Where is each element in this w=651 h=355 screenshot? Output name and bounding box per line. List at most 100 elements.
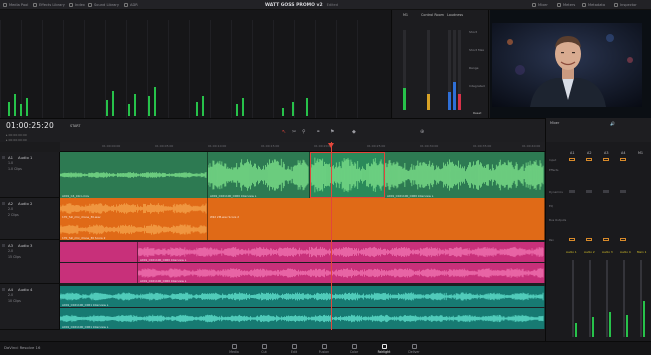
- pan-knob-a4[interactable]: [620, 238, 626, 241]
- audio-clip[interactable]: A001_C021100_C060 Interview L: [208, 152, 310, 198]
- meter-column: [210, 20, 231, 118]
- dynamics-button-a4[interactable]: [620, 190, 626, 193]
- loudness-label: Loudness: [447, 13, 463, 17]
- zoom-icon[interactable]: ⊕: [420, 129, 424, 135]
- fader-track-a1[interactable]: [572, 260, 574, 337]
- tab-metadata[interactable]: Metadata: [582, 0, 605, 10]
- fader-track-a3[interactable]: [606, 260, 608, 337]
- start-menu[interactable]: START: [70, 124, 80, 128]
- track-id: A3: [8, 243, 14, 248]
- pointer-tool-icon[interactable]: ↖: [282, 129, 286, 135]
- audio-clip[interactable]: Wild 2M.wav Score 2: [208, 198, 545, 219]
- dynamics-button-a2[interactable]: [586, 190, 592, 193]
- ruler-tick: 01:00:40:00: [522, 144, 541, 148]
- reset-button[interactable]: Reset: [473, 111, 481, 115]
- pan-knob-a1[interactable]: [569, 238, 575, 241]
- playhead-handle[interactable]: [328, 143, 334, 148]
- tab-index[interactable]: Index: [69, 0, 85, 10]
- volume-icon[interactable]: 🔊: [610, 121, 615, 126]
- effects-icon: [33, 3, 37, 7]
- meter-column: [63, 20, 84, 118]
- snap-icon[interactable]: ⚲: [302, 129, 306, 135]
- waveform-path: [60, 203, 207, 214]
- tab-mixer[interactable]: Mixer: [532, 0, 548, 10]
- nav-deliver[interactable]: Deliver: [401, 343, 427, 355]
- audio-clip[interactable]: [208, 219, 545, 240]
- waveform-path: [60, 292, 544, 301]
- audio-clip-selected[interactable]: [310, 152, 385, 198]
- track-header-a2[interactable]: A2 Audio 2 2.0 2 Clips: [0, 198, 60, 240]
- video-viewer[interactable]: [490, 10, 651, 118]
- meter-column: [357, 20, 378, 118]
- meter-column: [189, 20, 210, 118]
- range-tool-icon[interactable]: ✂: [292, 129, 296, 135]
- timeline-ruler[interactable]: 01:00:00:00 01:00:05:00 01:00:10:00 01:0…: [60, 142, 545, 152]
- track-header-a1[interactable]: A1 Audio 1 1.0 1.0 Clips: [0, 152, 60, 198]
- audio-clip[interactable]: A001_C021100_C060 Interview L: [138, 242, 545, 262]
- ruler-tick: 01:00:35:00: [473, 144, 492, 148]
- waveform: [60, 314, 544, 323]
- inspector-icon: [614, 3, 618, 7]
- nav-color[interactable]: Color: [341, 343, 367, 355]
- track-header-a3[interactable]: A3 Audio 3 2.0 15 Clips: [0, 240, 60, 284]
- audio-clip[interactable]: A001_C021100_C060 Interview L: [138, 263, 545, 283]
- mixer-channel-m1: M1: [638, 151, 644, 155]
- meter-level: [20, 104, 22, 116]
- nav-label: Fusion: [318, 350, 330, 354]
- fader-track-a4[interactable]: [623, 260, 625, 337]
- tab-effects-library[interactable]: Effects Library: [33, 0, 65, 10]
- flag-icon[interactable]: ⚑: [330, 129, 334, 135]
- pan-knob-a3[interactable]: [603, 238, 609, 241]
- audio-clip[interactable]: [60, 263, 138, 283]
- nav-label: Color: [349, 350, 359, 354]
- mute-button[interactable]: [2, 244, 5, 247]
- input-button-a3[interactable]: [603, 158, 609, 161]
- tab-adr[interactable]: ADR: [124, 0, 138, 10]
- input-button-a2[interactable]: [586, 158, 592, 161]
- tab-label: Inspector: [620, 3, 637, 7]
- input-button-a1[interactable]: [569, 158, 575, 161]
- tab-sound-library[interactable]: Sound Library: [88, 0, 119, 10]
- fader-track-a2[interactable]: [589, 260, 591, 337]
- tab-media-pool[interactable]: Media Pool: [3, 0, 28, 10]
- lane-a4: A001_C021100_C061 Interview L A001_C0211…: [60, 284, 545, 330]
- mute-button[interactable]: [2, 156, 5, 159]
- interview-frame: [490, 10, 651, 118]
- track-clip-count: 1.0 Clips: [8, 167, 22, 171]
- timeline-tracks[interactable]: A001_C4_Intro.mov A001_C021100_C060 Inte…: [60, 152, 545, 330]
- pan-knob-a2[interactable]: [586, 238, 592, 241]
- sound-library-icon: [88, 3, 92, 7]
- audio-clip[interactable]: A001_C021100_C061 Interview L: [60, 308, 545, 329]
- track-name: Audio 4: [18, 287, 33, 292]
- track-header-a4[interactable]: A4 Audio 4 2.0 10 Clips: [0, 284, 60, 330]
- dynamics-button-a3[interactable]: [603, 190, 609, 193]
- channel-level-a2: [592, 317, 594, 337]
- fader-track-m1[interactable]: [640, 260, 642, 337]
- input-button-a4[interactable]: [620, 158, 626, 161]
- tab-meters[interactable]: Meters: [557, 0, 575, 10]
- meter-column: [84, 20, 105, 118]
- control-room-meter-level: [427, 94, 430, 110]
- nav-fairlight[interactable]: Fairlight: [371, 343, 397, 355]
- nav-cut[interactable]: Cut: [251, 343, 277, 355]
- audio-clip[interactable]: 170_full_mix_drone_30 Score 2: [60, 219, 208, 240]
- nav-fusion[interactable]: Fusion: [311, 343, 337, 355]
- audio-clip[interactable]: A001_C021100_C060 Interview L: [385, 152, 545, 198]
- mute-button[interactable]: [2, 202, 5, 205]
- link-icon[interactable]: ⚭: [316, 129, 320, 135]
- mute-button[interactable]: [2, 288, 5, 291]
- audio-clip[interactable]: A001_C4_Intro.mov: [60, 152, 208, 198]
- meter-level: [282, 108, 284, 116]
- playhead[interactable]: [331, 142, 332, 330]
- audio-clip[interactable]: [60, 242, 138, 262]
- tab-inspector[interactable]: Inspector: [614, 0, 637, 10]
- dynamics-button-a1[interactable]: [569, 190, 575, 193]
- nav-media[interactable]: Media: [221, 343, 247, 355]
- nav-edit[interactable]: Edit: [281, 343, 307, 355]
- track-id: A1: [8, 155, 14, 160]
- audio-clip[interactable]: A001_C021100_C061 Interview L: [60, 286, 545, 307]
- lane-a3: A001_C021100_C060 Interview L A001_C0211…: [60, 240, 545, 284]
- audio-clip[interactable]: 170_full_mix_drone_30.wav: [60, 198, 208, 219]
- track-id: A4: [8, 287, 14, 292]
- marker-icon[interactable]: ◆: [352, 129, 356, 135]
